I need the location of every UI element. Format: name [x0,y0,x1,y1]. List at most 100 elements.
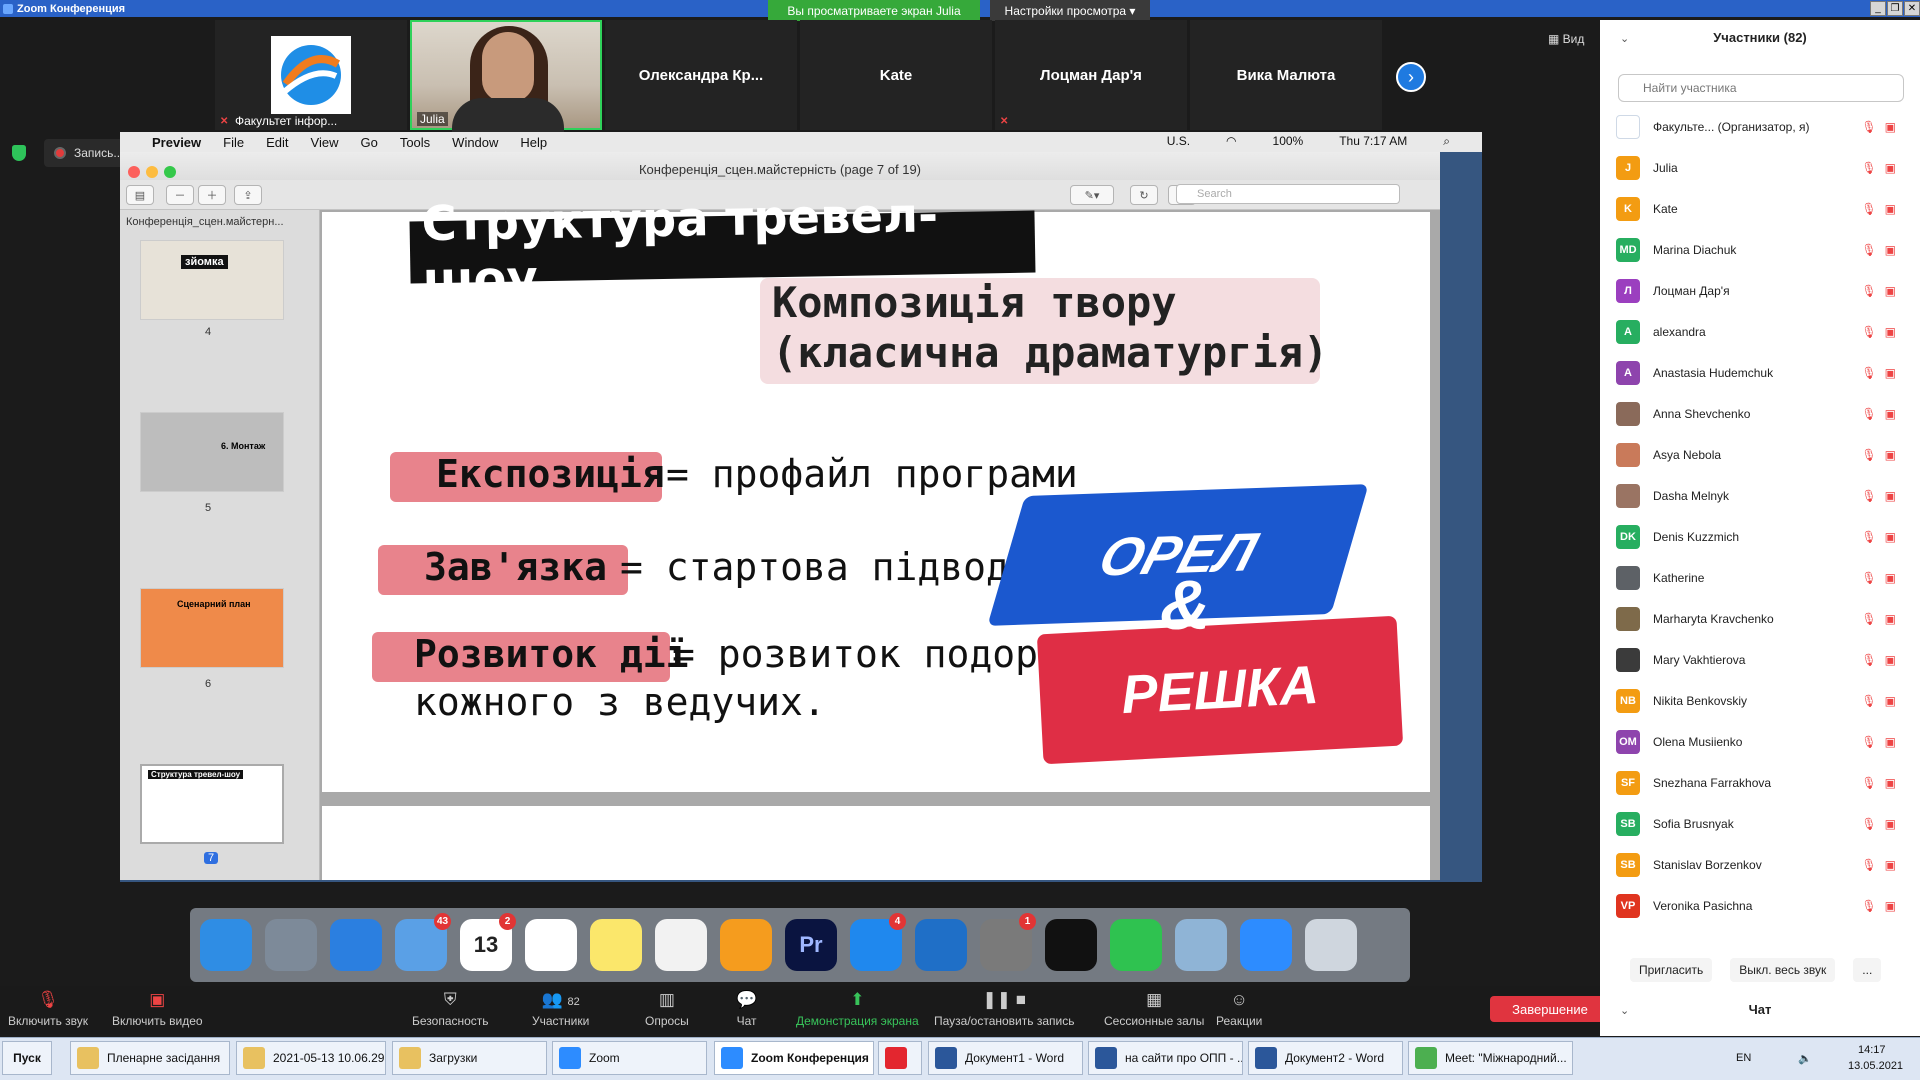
menu-edit[interactable]: Edit [266,135,288,150]
menu-help[interactable]: Help [520,135,547,150]
participant-row[interactable]: Л Лоцман Дар'я 🎙 ▣ [1616,271,1896,311]
participant-row[interactable]: MD Marina Diachuk 🎙 ▣ [1616,230,1896,270]
view-button[interactable]: ▦ Вид [1548,32,1584,46]
menu-tools[interactable]: Tools [400,135,430,150]
taskbar-item[interactable]: Zoom Конференция [714,1041,874,1075]
rotate-icon[interactable]: ↻ [1130,185,1158,205]
participant-row[interactable]: DK Denis Kuzzmich 🎙 ▣ [1616,517,1896,557]
preview-icon[interactable] [1175,919,1227,971]
reactions-button[interactable]: ☺ Реакции [1216,990,1262,1028]
taskbar-item[interactable]: Загрузки [392,1041,547,1075]
menu-app[interactable]: Preview [152,135,201,150]
menu-view[interactable]: View [311,135,339,150]
participant-row[interactable]: K Kate 🎙 ▣ [1616,189,1896,229]
zoom-icon[interactable] [1240,919,1292,971]
taskbar-item[interactable]: Документ1 - Word [928,1041,1083,1075]
page-thumbnail-selected[interactable]: Структура тревел-шоу [140,764,284,844]
participant-row[interactable]: VP Veronika Pasichna 🎙 ▣ [1616,886,1896,926]
menu-file[interactable]: File [223,135,244,150]
more-button[interactable]: ... [1853,958,1882,982]
markup-icon[interactable]: ✎▾ [1070,185,1114,205]
taskbar-item[interactable]: Meet: "Міжнародний... [1408,1041,1573,1075]
clock[interactable]: Thu 7:17 AM [1339,134,1407,149]
music-icon[interactable] [655,919,707,971]
next-page-arrow-icon[interactable]: › [1396,62,1426,92]
pause-recording-button[interactable]: ❚❚ ■ Пауза/остановить запись [934,990,1074,1028]
close-button[interactable]: ✕ [1904,1,1920,16]
invite-button[interactable]: Пригласить [1630,958,1713,982]
video-tile[interactable]: ✕ Факультет інфор... [215,20,407,130]
participant-row[interactable]: J Julia 🎙 ▣ [1616,148,1896,188]
spotlight-icon[interactable]: ⌕ [1443,134,1450,149]
trello-icon[interactable] [915,919,967,971]
whatsapp-icon[interactable] [1110,919,1162,971]
taskbar-item[interactable]: 2021-05-13 10.06.29... [236,1041,386,1075]
finder-icon[interactable] [200,919,252,971]
security-button[interactable]: ⛨ Безопасность [412,990,489,1028]
chat-button[interactable]: 💬 Чат [736,990,757,1028]
participant-row[interactable]: OM Olena Musiienko 🎙 ▣ [1616,722,1896,762]
participant-row[interactable]: A Anastasia Hudemchuk 🎙 ▣ [1616,353,1896,393]
trash-icon[interactable] [1305,919,1357,971]
page-thumbnail[interactable]: Сценарний план [140,588,284,668]
share-screen-button[interactable]: ⬆ Демонстрация экрана [796,990,919,1028]
participant-row[interactable]: Факульте... (Организатор, я) 🎙 ▣ [1616,107,1896,147]
battery-indicator[interactable]: 100% [1273,134,1304,149]
premiere-icon[interactable]: Pr [785,919,837,971]
breakout-rooms-button[interactable]: ▦ Сессионные залы [1104,990,1204,1028]
zoom-out-icon[interactable]: － [166,185,194,205]
mute-all-button[interactable]: Выкл. весь звук [1730,958,1836,982]
calendar-icon[interactable]: 13 2 [460,913,516,971]
participant-row[interactable]: NB Nikita Benkovskiy 🎙 ▣ [1616,681,1896,721]
participant-row[interactable]: SB Sofia Brusnyak 🎙 ▣ [1616,804,1896,844]
video-tile[interactable]: Олександра Кр... [605,20,797,130]
taskbar-item[interactable]: Zoom [552,1041,707,1075]
participant-search-input[interactable]: Найти участника [1618,74,1904,102]
video-tile-active[interactable]: Julia [410,20,602,132]
locale-indicator[interactable]: U.S. [1167,134,1190,149]
search-input[interactable]: Search [1176,184,1400,204]
menu-go[interactable]: Go [360,135,377,150]
participant-row[interactable]: Katherine 🎙 ▣ [1616,558,1896,598]
launchpad-icon[interactable] [265,919,317,971]
taskbar-item[interactable] [878,1041,922,1075]
taskbar-item[interactable]: Документ2 - Word [1248,1041,1403,1075]
reminders-icon[interactable] [525,919,577,971]
participant-row[interactable]: Dasha Melnyk 🎙 ▣ [1616,476,1896,516]
safari-icon[interactable] [330,919,382,971]
participant-row[interactable]: Marharyta Kravchenko 🎙 ▣ [1616,599,1896,639]
menu-window[interactable]: Window [452,135,498,150]
start-video-button[interactable]: ▣ Включить видео [112,990,203,1028]
pages-icon[interactable] [720,919,772,971]
start-button[interactable]: Пуск [2,1041,52,1075]
clock-date[interactable]: 13.05.2021 [1848,1060,1903,1072]
end-meeting-button[interactable]: Завершение [1490,996,1610,1022]
taskbar-item[interactable]: Пленарне засідання [70,1041,230,1075]
unmute-button[interactable]: 🎙 Включить звук [8,990,88,1028]
share-icon[interactable]: ⇪ [234,185,262,205]
video-tile[interactable]: Вика Малюта [1190,20,1382,130]
video-tile[interactable]: Лоцман Дар'я ✕ [995,20,1187,130]
volume-icon[interactable]: 🔈 [1798,1052,1812,1065]
settings-icon[interactable]: 1 [980,913,1036,971]
participant-row[interactable]: SB Stanislav Borzenkov 🎙 ▣ [1616,845,1896,885]
participants-button[interactable]: 👥 82 Участники [532,990,589,1028]
page-thumbnail[interactable]: зйомка [140,240,284,320]
polls-button[interactable]: ▥ Опросы [645,990,689,1028]
wifi-icon[interactable]: ◠ [1226,134,1236,149]
minimize-button[interactable]: _ [1870,1,1886,16]
maximize-button[interactable]: ❐ [1887,1,1903,16]
taskbar-item[interactable]: на сайти про ОПП - ... [1088,1041,1243,1075]
mail-icon[interactable]: 43 [395,913,451,971]
participant-row[interactable]: Anna Shevchenko 🎙 ▣ [1616,394,1896,434]
participant-row[interactable]: SF Snezhana Farrakhova 🎙 ▣ [1616,763,1896,803]
appstore-icon[interactable]: 4 [850,913,906,971]
notes-icon[interactable] [590,919,642,971]
participant-row[interactable]: Mary Vakhtierova 🎙 ▣ [1616,640,1896,680]
language-indicator[interactable]: EN [1736,1052,1751,1064]
participant-row[interactable]: Aalexandra 🎙 ▣ [1616,312,1896,352]
clock-time[interactable]: 14:17 [1858,1044,1886,1056]
sidebar-toggle-icon[interactable]: ▤ [126,185,154,205]
view-settings-button[interactable]: Настройки просмотра ▾ [990,0,1150,21]
zoom-in-icon[interactable]: ＋ [198,185,226,205]
